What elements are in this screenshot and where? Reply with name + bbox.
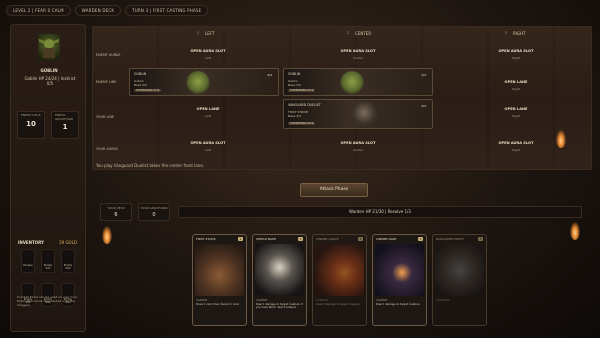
card-cost: 1	[238, 237, 243, 241]
gold-count: 29 GOLD	[59, 240, 77, 245]
card-art	[435, 244, 484, 296]
battle-board: 1 LEFT 2 CENTER 3 RIGHT ENEMY AURAS ENEMY L…	[92, 26, 592, 170]
card-art	[255, 244, 304, 296]
warden-status-bar: Warden HP 21/30 | Resolve 1/3	[178, 206, 582, 218]
card-art	[195, 244, 244, 296]
card-cost: 2	[358, 237, 363, 241]
enemy-unit-goblin-left[interactable]: GOBLIN Goblin Base 5/5 SUMMONING SICK 4/…	[129, 68, 279, 96]
enemy-graveyard-count: 1	[62, 123, 68, 131]
enemy-stats: Goblin HP 24/24 | Instinct 0/5	[24, 76, 76, 86]
combat-log-message: You play Vanguard Duelist takes the cent…	[96, 163, 205, 168]
enemy-deck-count: 10	[26, 119, 36, 128]
enemy-sidebar: GOBLIN Goblin HP 24/24 | Instinct 0/5 EN…	[10, 24, 86, 332]
column-header-center: 2 CENTER	[347, 30, 372, 36]
your-aura-slot-left[interactable]: OPEN AURA SLOT Left	[153, 141, 263, 152]
column-header-left: 1 LEFT	[197, 30, 215, 36]
enemy-deck-label: ENEMY DECK	[21, 113, 41, 117]
enemy-aura-slot-center[interactable]: OPEN AURA SLOT Center	[303, 49, 413, 60]
inventory-slot[interactable]: Empty Slot	[61, 249, 75, 273]
top-bar: LEVEL 2 | FEAR 0 CALM WARDEN DECK TURN 3…	[6, 5, 209, 16]
inventory-slot[interactable]: Empty Slot	[41, 249, 55, 273]
row-label-enemy-auras: ENEMY AURAS	[96, 53, 121, 57]
hand-card[interactable]: SHIELD BASH 1 CANTRIP Deal 1 damage to t…	[252, 234, 307, 326]
knight-art	[350, 101, 377, 127]
goblin-art	[340, 71, 365, 95]
enemy-aura-slot-left[interactable]: OPEN AURA SLOT Left	[153, 49, 263, 60]
enemy-aura-slot-right[interactable]: OPEN AURA SLOT Right	[461, 49, 571, 60]
your-deck-box: YOUR DECK 6	[100, 203, 132, 221]
enemy-lane-right[interactable]: OPEN LANE Right	[461, 80, 571, 91]
row-label-your-auras: YOUR AURAS	[96, 147, 118, 151]
deck-pill[interactable]: WARDEN DECK	[74, 5, 122, 16]
torch-icon	[570, 222, 580, 240]
card-cost: 1	[418, 237, 423, 241]
status-badge: SUMMONING SICK	[288, 122, 316, 125]
enemy-graveyard-box: ENEMY GRAVEYARD 1	[51, 111, 79, 139]
hand-card[interactable]: BARGAINER SPIRIT 3 CREATURE	[432, 234, 487, 326]
enemy-unit-goblin-center[interactable]: GOBLIN Goblin Base 5/5 SUMMONING SICK 4/…	[283, 68, 433, 96]
hand-card[interactable]: CINDER DART 1 CANTRIP Deal 1 damage to t…	[372, 234, 427, 326]
attack-phase-button[interactable]: Attack Phase	[300, 183, 368, 197]
card-art	[375, 244, 424, 296]
hand-card[interactable]: CINDER LANCE 2 SORCERY Deal 3 damage to …	[312, 234, 367, 326]
status-badge: SUMMONING SICK	[288, 89, 316, 92]
row-label-enemy-line: ENEMY LINE	[96, 80, 117, 84]
your-lane-left[interactable]: OPEN LANE Left	[153, 107, 263, 118]
your-aura-slot-right[interactable]: OPEN AURA SLOT Right	[461, 141, 571, 152]
goblin-art	[186, 71, 211, 95]
inventory-slot[interactable]: Escape	[21, 249, 35, 273]
your-aura-slot-center[interactable]: OPEN AURA SLOT Center	[303, 141, 413, 152]
your-graveyard-box: YOUR GRAVEYARD 0	[138, 203, 170, 221]
goblin-portrait	[38, 34, 60, 60]
torch-icon	[102, 226, 112, 244]
your-lane-right[interactable]: OPEN LANE Right	[461, 107, 571, 118]
status-badge: SUMMONING SICK	[134, 89, 162, 92]
card-cost: 1	[298, 237, 303, 241]
inventory-title: INVENTORY	[18, 240, 44, 245]
column-header-right: 3 RIGHT	[505, 30, 526, 36]
torch-icon	[556, 130, 566, 148]
level-pill: LEVEL 2 | FEAR 0 CALM	[6, 5, 71, 16]
enemy-graveyard-label: ENEMY GRAVEYARD	[55, 113, 74, 121]
enemy-deck-box: ENEMY DECK 10	[17, 111, 45, 139]
hand-card[interactable]: FIRST STOCK 1 CANTRIP Draw 1 card, then …	[192, 234, 247, 326]
enemy-name: GOBLIN	[40, 68, 58, 73]
turn-pill: TURN 3 | FIRST CASTING PHASE	[125, 5, 209, 16]
row-label-your-line: YOUR LINE	[96, 115, 115, 119]
card-cost: 3	[478, 237, 483, 241]
your-unit-vanguard-duelist[interactable]: VANGUARD DUELIST FIRST STRIKE Base 3/3 S…	[283, 99, 433, 129]
card-art	[315, 244, 364, 296]
inventory-note: Combat items can be used on your turn. E…	[17, 295, 78, 307]
